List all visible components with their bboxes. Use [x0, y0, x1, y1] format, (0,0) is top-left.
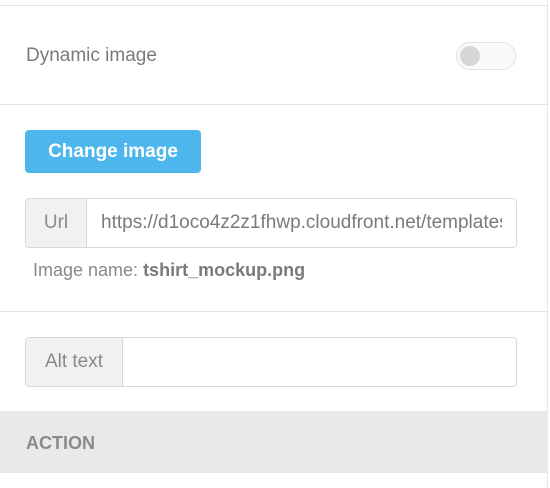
- image-name-value: tshirt_mockup.png: [143, 260, 306, 280]
- alt-text-addon-label: Alt text: [26, 338, 123, 386]
- action-section-title: ACTION: [26, 433, 95, 453]
- action-section-header[interactable]: ACTION: [0, 411, 548, 473]
- alt-text-section: Alt text: [0, 313, 548, 411]
- url-input-group: Url: [25, 198, 517, 248]
- toggle-knob: [460, 46, 480, 66]
- change-image-button[interactable]: Change image: [25, 130, 201, 173]
- dynamic-image-label: Dynamic image: [26, 45, 157, 66]
- dynamic-image-section: Dynamic image: [0, 6, 548, 105]
- image-name-text: Image name: tshirt_mockup.png: [33, 259, 305, 281]
- image-section: Change image Url Image name: tshirt_mock…: [0, 106, 548, 312]
- url-addon-label: Url: [26, 199, 87, 247]
- url-input[interactable]: [87, 199, 516, 247]
- alt-text-input[interactable]: [123, 338, 516, 386]
- dynamic-image-toggle[interactable]: [456, 42, 516, 70]
- image-properties-panel: Dynamic image Change image Url Image nam…: [0, 0, 548, 488]
- image-name-prefix: Image name:: [33, 260, 144, 280]
- alt-text-input-group: Alt text: [25, 337, 517, 387]
